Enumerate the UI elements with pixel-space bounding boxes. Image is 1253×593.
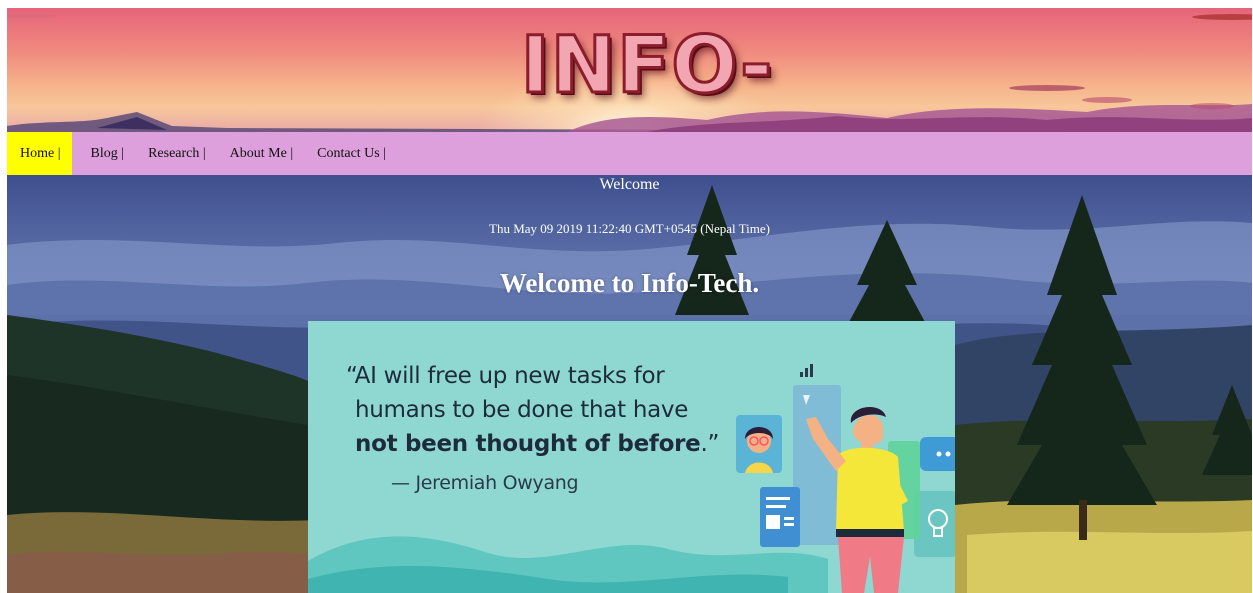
avatar-icon — [736, 415, 782, 473]
nav-item-blog[interactable]: Blog | — [78, 132, 136, 175]
lightbulb-icon — [914, 491, 955, 557]
nav-item-contact-us[interactable]: Contact Us | — [304, 132, 397, 175]
quote-illustration — [308, 364, 955, 593]
page-frame: INFO-TECH.COM Home | Blog | Research | A… — [7, 8, 1252, 593]
site-banner: INFO-TECH.COM — [7, 8, 1252, 132]
nav-item-home[interactable]: Home | — [7, 132, 72, 175]
quote-line-3: not been thought of before.” — [355, 431, 719, 457]
quote-line-2: humans to be done that have — [355, 397, 689, 423]
quote-line-1: “AI will free up new tasks for — [346, 363, 665, 389]
quote-image: “AI will free up new tasks for humans to… — [308, 321, 955, 593]
nav-item-research[interactable]: Research | — [135, 132, 217, 175]
signal-bars-icon — [800, 364, 813, 377]
main-nav: Home | Blog | Research | About Me | Cont… — [7, 132, 1252, 175]
date-time-display: Thu May 09 2019 11:22:40 GMT+0545 (Nepal… — [489, 221, 770, 236]
document-icon — [760, 487, 800, 547]
page-heading: Welcome to Info-Tech. — [499, 268, 760, 298]
quote-closing: .” — [700, 431, 720, 457]
main-content: Welcome Thu May 09 2019 11:22:40 GMT+054… — [7, 175, 1252, 593]
chat-bubble-icon — [920, 437, 955, 471]
welcome-label: Welcome — [599, 176, 660, 193]
quote-emphasis: not been thought of before — [355, 431, 701, 457]
nav-item-about-me[interactable]: About Me | — [217, 132, 304, 175]
quote-attribution: — Jeremiah Owyang — [391, 472, 579, 494]
site-logo[interactable]: INFO-TECH.COM — [342, 12, 952, 133]
